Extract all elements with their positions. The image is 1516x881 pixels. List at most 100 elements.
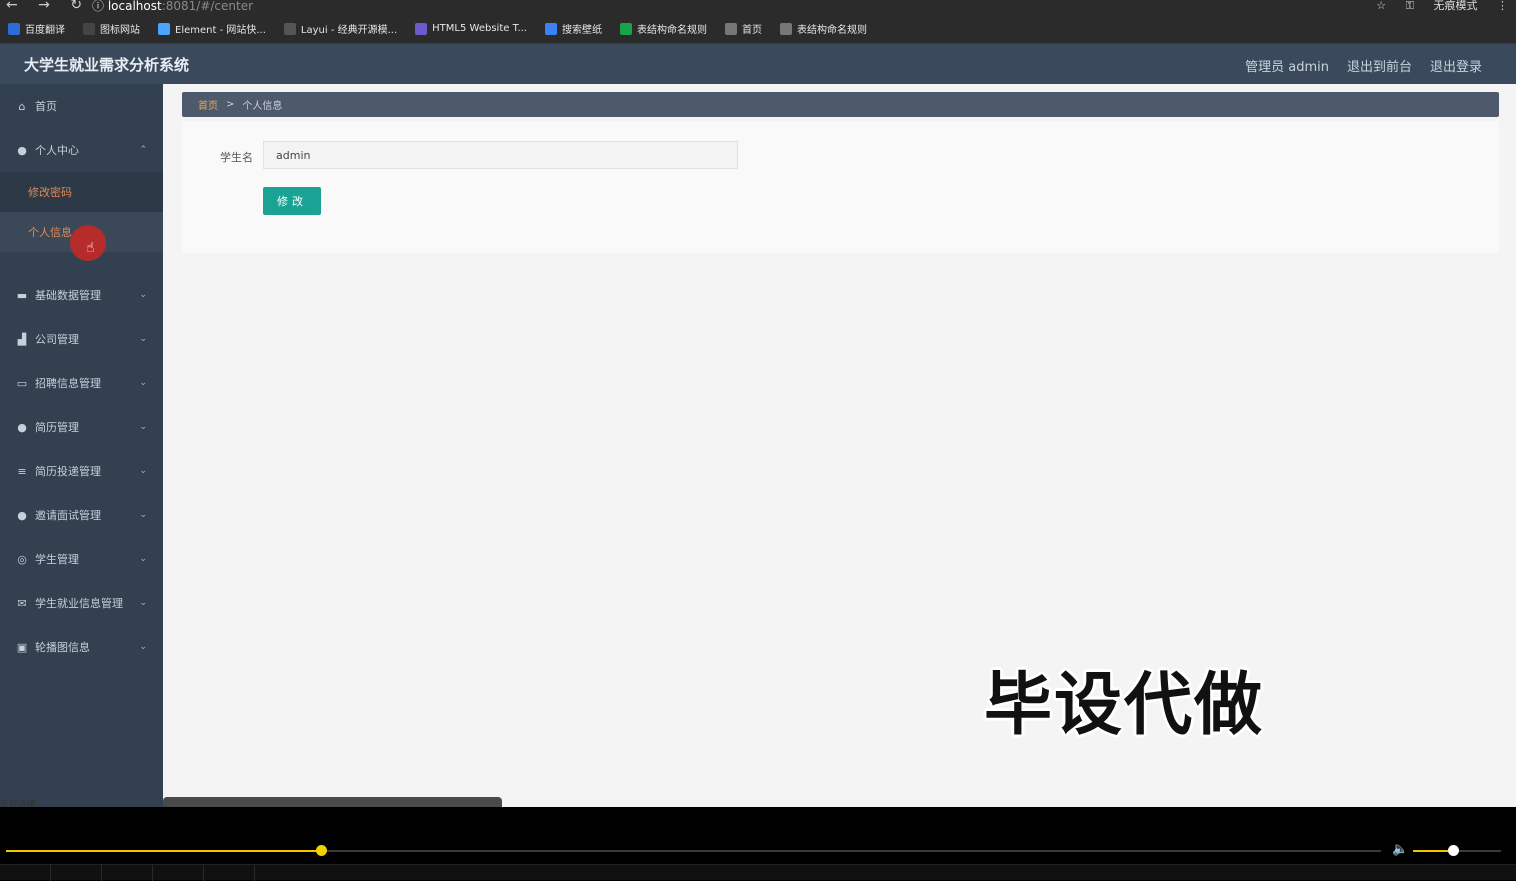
bookmark-item[interactable]: 百度翻译 (8, 21, 65, 36)
player-bottom-strip (0, 864, 1516, 881)
sidebar-item[interactable]: ≡ 简历投递管理 ⌄ (0, 449, 163, 493)
chevron-icon: ⌄ (139, 334, 147, 344)
key-icon[interactable]: ⚿ (1406, 0, 1414, 12)
sidebar-item-label: 招聘信息管理 (35, 377, 101, 390)
bookmark-icon (725, 22, 738, 35)
sidebar-item[interactable]: ▟ 公司管理 ⌄ (0, 317, 163, 361)
hand-cursor-icon: ☝ (86, 240, 95, 256)
bookmark-item[interactable]: Element - 网站快... (158, 21, 266, 36)
bookmark-label: 图标网站 (100, 25, 140, 36)
mail-icon: ✉ (17, 596, 27, 610)
chevron-icon: ⌄ (139, 422, 147, 432)
bookmarks-bar: 百度翻译 图标网站 Element - 网站快... Layui - 经典开源模...… (0, 14, 1516, 44)
sidebar-item[interactable]: ▭ 招聘信息管理 ⌄ (0, 361, 163, 405)
sidebar-item[interactable]: ⌂ 首页 (0, 84, 163, 128)
more-icon[interactable]: ⋮ (1497, 0, 1508, 12)
incognito-label[interactable]: 无痕模式 (1434, 0, 1478, 12)
address-bar[interactable]: ⓘ localhost:8081/#/center (92, 0, 253, 14)
bookmark-icon (83, 22, 95, 35)
bookmark-icon (780, 22, 793, 35)
bookmark-icon (415, 22, 428, 35)
sidebar-item[interactable]: ▬ 基础数据管理 ⌄ (0, 273, 163, 317)
student-name-label: 学生名 (220, 151, 253, 164)
bookmark-item[interactable]: 表结构命名规则 (620, 21, 707, 36)
chevron-icon: ⌄ (139, 466, 147, 476)
chevron-icon: ⌄ (139, 642, 147, 652)
bookmark-item[interactable]: Layui - 经典开源模... (283, 21, 398, 36)
video-player-bar: 🔈 (0, 807, 1516, 881)
sidebar: ⌂ 首页 ● 个人中心 ⌃ ▬ 基础数据管理 ⌄ ▟ 公司管理 ⌄ ▭ 招聘信息管理 ⌄ ● 简历管理 ⌄ ≡ 简历… (0, 84, 163, 807)
sidebar-item[interactable]: ● 邀请面试管理 ⌄ (0, 493, 163, 537)
company-icon: ▟ (17, 332, 27, 346)
bookmark-label: 表结构命名规则 (797, 25, 868, 36)
bookmark-item[interactable]: 首页 (725, 21, 762, 36)
bookmark-item[interactable]: HTML5 Website T... (415, 22, 528, 35)
bookmark-label: HTML5 Website T... (432, 23, 528, 34)
chevron-icon: ⌄ (139, 554, 147, 564)
bookmark-icon (620, 22, 633, 35)
recruit-icon: ▭ (16, 376, 28, 390)
star-icon[interactable]: ☆ (1376, 0, 1386, 12)
player-slot (0, 865, 51, 881)
sidebar-item-label: 简历投递管理 (35, 465, 101, 478)
student-icon: ◎ (17, 552, 27, 566)
bookmark-icon (283, 22, 296, 35)
browser-nav-icons[interactable]: ← → ↻ (6, 0, 90, 13)
sidebar-item[interactable]: ◎ 学生管理 ⌄ (0, 537, 163, 581)
exit-to-front-link[interactable]: 退出到前台 (1347, 56, 1412, 75)
bookmark-label: 百度翻译 (25, 25, 65, 36)
bookmark-label: Layui - 经典开源模... (300, 25, 398, 36)
interview-icon: ● (17, 508, 27, 522)
chevron-icon: ⌃ (139, 145, 147, 155)
sidebar-item-label: 轮播图信息 (35, 641, 90, 654)
bookmark-item[interactable]: 图标网站 (83, 21, 140, 36)
horizontal-scrollbar[interactable] (163, 797, 502, 807)
logout-link[interactable]: 退出登录 (1430, 56, 1482, 75)
sidebar-item-label: 基础数据管理 (35, 289, 101, 302)
volume-fill (1413, 850, 1453, 852)
bookmark-label: 首页 (742, 25, 763, 36)
breadcrumb-home[interactable]: 首页 (198, 97, 218, 112)
chevron-icon: ⌄ (139, 290, 147, 300)
app: 大学生就业需求分析系统 管理员 admin 退出到前台 退出登录 ⌂ 首页 ● 个人中… (0, 44, 1516, 810)
sidebar-item[interactable]: ✉ 学生就业信息管理 ⌄ (0, 581, 163, 625)
bookmark-icon (158, 22, 170, 35)
bookmark-item[interactable]: 表结构命名规则 (780, 21, 867, 36)
sidebar-item-label: 简历管理 (35, 421, 79, 434)
bookmark-item[interactable]: 搜索壁纸 (545, 21, 602, 36)
bookmark-label: Element - 网站快... (175, 25, 266, 36)
sidebar-item[interactable]: ● 简历管理 ⌄ (0, 405, 163, 449)
player-slot (204, 865, 255, 881)
seek-thumb[interactable] (315, 845, 327, 856)
breadcrumb-separator: > (226, 99, 235, 110)
sidebar-item[interactable]: ● 个人中心 ⌃ (0, 128, 163, 172)
sidebar-item-label: 首页 (35, 100, 57, 113)
sidebar-item[interactable]: ▣ 轮播图信息 ⌄ (0, 625, 163, 669)
sidebar-subitem-change-password[interactable]: 修改密码 (0, 172, 163, 212)
carousel-icon: ▣ (16, 640, 28, 654)
modify-button[interactable]: 修改 (263, 187, 321, 215)
sidebar-item-label: 个人中心 (35, 144, 79, 157)
bookmark-label: 表结构命名规则 (637, 25, 708, 36)
resume-icon: ● (17, 420, 27, 434)
sidebar-item-label: 学生就业信息管理 (35, 597, 123, 610)
watermark-text: 毕设代做 (984, 666, 1265, 745)
sidebar-item-label: 公司管理 (35, 333, 79, 346)
data-icon: ▬ (16, 288, 28, 302)
student-name-input[interactable] (263, 141, 738, 169)
home-icon: ⌂ (18, 99, 26, 113)
volume-icon[interactable]: 🔈 (1392, 842, 1408, 857)
app-title: 大学生就业需求分析系统 (24, 56, 190, 74)
sidebar-item-label: 学生管理 (35, 553, 79, 566)
browser-top-bar: ← → ↻ ⓘ localhost:8081/#/center ☆ ⚿ 无痕模式… (0, 0, 1516, 14)
volume-thumb[interactable] (1447, 845, 1459, 856)
url-host: localhost (107, 0, 162, 13)
volume-track[interactable] (1413, 845, 1501, 856)
breadcrumb: 首页 > 个人信息 (182, 92, 1499, 117)
url-path: :8081/#/center (161, 0, 254, 13)
breadcrumb-current: 个人信息 (242, 101, 283, 112)
seek-track[interactable] (6, 845, 1381, 856)
sidebar-item-label: 邀请面试管理 (35, 509, 101, 522)
header-actions: 管理员 admin 退出到前台 退出登录 (1245, 56, 1482, 75)
admin-label: 管理员 admin (1245, 60, 1329, 75)
